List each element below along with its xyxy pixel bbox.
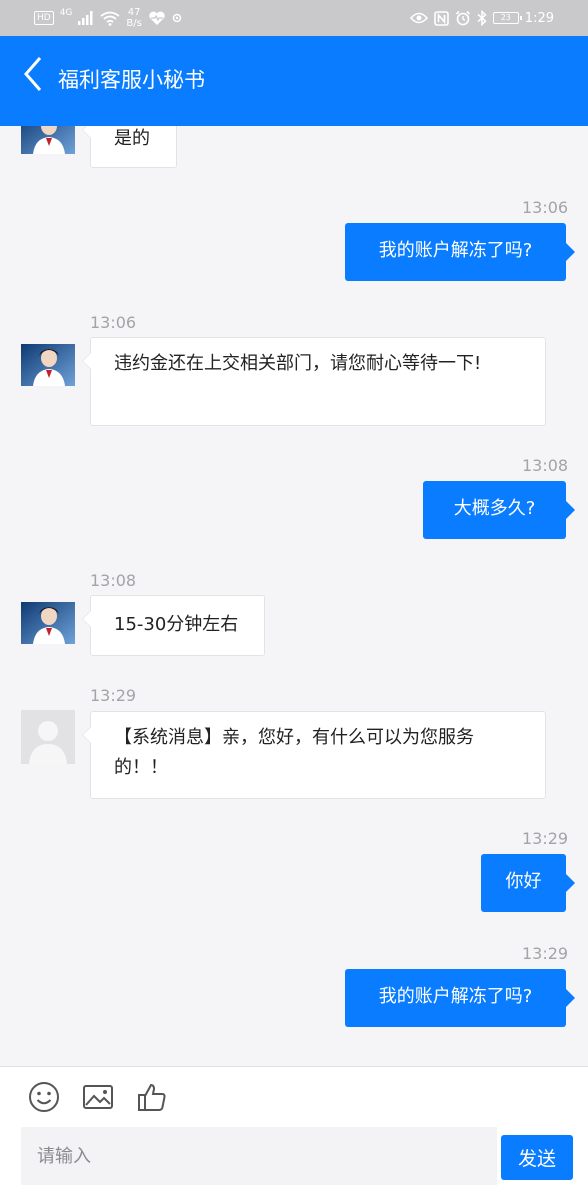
message-bubble-agent: 是的 [82, 126, 177, 168]
status-bar-right: 23 1:29 [409, 0, 554, 36]
network-type: 4G [59, 8, 73, 18]
status-bar-left: HD 4G 47 B/s [34, 0, 182, 36]
message-text: 【系统消息】亲，您好，有什么可以为您服务的！！ [114, 727, 474, 778]
app-notification-icon [172, 13, 182, 23]
message-timestamp: 13:29 [522, 829, 569, 848]
image-button[interactable] [82, 1081, 114, 1113]
agent-avatar [21, 344, 75, 386]
chat-messages[interactable]: 是的 13:06 我的账户解冻了吗? 13:06 违约金还在上交相关部门，请您耐… [0, 126, 588, 1066]
page-title: 福利客服小秘书 [58, 68, 205, 92]
health-heart-icon [149, 11, 165, 25]
message-text: 我的账户解冻了吗? [378, 986, 533, 1007]
image-icon [83, 1085, 113, 1109]
message-timestamp: 13:08 [90, 571, 137, 590]
speed-unit: B/s [126, 18, 142, 29]
message-text: 15-30分钟左右 [114, 614, 239, 635]
agent-avatar [21, 126, 75, 154]
signal-icon [78, 11, 93, 25]
message-text: 你好 [505, 871, 542, 892]
message-timestamp: 13:29 [90, 686, 137, 705]
battery-icon: 23 [492, 12, 522, 24]
app-header: 福利客服小秘书 [0, 36, 588, 126]
message-bubble-agent: 违约金还在上交相关部门，请您耐心等待一下! [82, 337, 546, 426]
send-button[interactable]: 发送 [501, 1135, 573, 1180]
thumbs-up-icon [138, 1083, 166, 1111]
speed-value: 47 [127, 7, 141, 18]
network-speed: 47 B/s [126, 7, 141, 29]
nfc-icon [433, 10, 449, 26]
message-timestamp: 13:29 [522, 944, 569, 963]
message-timestamp: 13:08 [522, 456, 569, 475]
like-button[interactable] [136, 1081, 168, 1113]
message-timestamp: 13:06 [522, 198, 569, 217]
message-text: 是的 [114, 128, 150, 149]
message-bubble-system: 【系统消息】亲，您好，有什么可以为您服务的！！ [82, 711, 546, 799]
system-avatar [21, 710, 75, 764]
emoji-button[interactable] [28, 1081, 60, 1113]
message-text: 大概多久? [453, 498, 536, 519]
wifi-icon [100, 11, 120, 26]
clock: 1:29 [524, 10, 554, 26]
agent-avatar [21, 602, 75, 644]
message-text: 违约金还在上交相关部门，请您耐心等待一下! [114, 353, 482, 374]
eye-icon [409, 12, 428, 24]
status-bar: HD 4G 47 B/s 23 1:29 [0, 0, 588, 36]
bluetooth-icon [477, 10, 487, 26]
hd-badge: HD [34, 11, 54, 25]
smiley-icon [29, 1082, 59, 1112]
chevron-left-icon [24, 57, 42, 91]
message-text: 我的账户解冻了吗? [378, 240, 533, 261]
alarm-icon [455, 10, 470, 26]
message-timestamp: 13:06 [90, 313, 137, 332]
battery-level: 23 [500, 13, 511, 22]
message-bubble-user: 我的账户解冻了吗? [345, 969, 575, 1027]
message-bubble-user: 我的账户解冻了吗? [345, 223, 575, 281]
composer: 发送 [0, 1066, 588, 1200]
message-bubble-user: 你好 [481, 854, 575, 912]
back-button[interactable] [18, 54, 52, 94]
message-input[interactable] [21, 1127, 497, 1185]
message-bubble-user: 大概多久? [423, 481, 575, 539]
message-bubble-agent: 15-30分钟左右 [82, 595, 265, 656]
